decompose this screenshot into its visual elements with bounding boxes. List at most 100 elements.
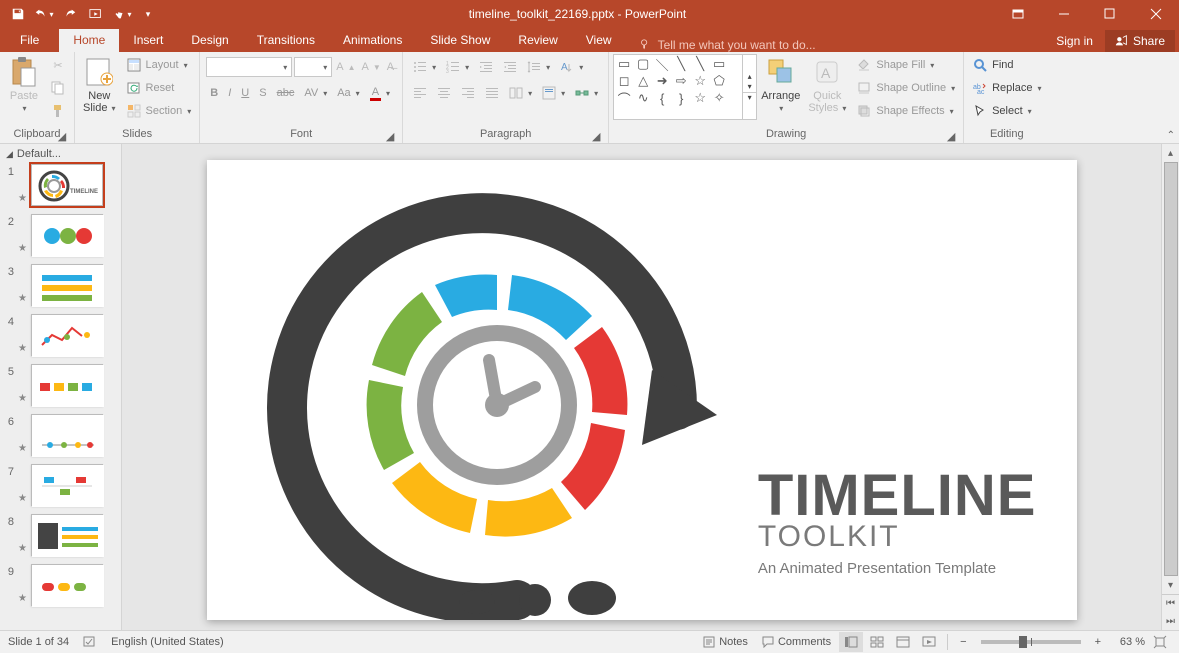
font-name-combo[interactable]: ▾ [206,57,292,77]
reset-button[interactable]: Reset [122,77,196,99]
bullets-button[interactable]: ▾ [409,56,440,78]
smartart-button[interactable]: ▾ [571,82,602,104]
grow-font-button[interactable]: A▲ [334,56,357,78]
align-left-button[interactable] [409,82,431,104]
scroll-down-button[interactable]: ▾ [1162,576,1179,594]
notes-button[interactable]: Notes [697,634,754,650]
normal-view-button[interactable] [839,632,863,652]
paste-button[interactable]: Paste▾ [4,54,44,117]
slide-thumbnail-7[interactable]: 7★ [0,462,121,512]
shape-outline-button[interactable]: Shape Outline ▾ [852,77,959,99]
columns-button[interactable]: ▾ [505,82,536,104]
section-header[interactable]: ◢Default... [0,144,121,162]
redo-button[interactable] [58,2,82,26]
prev-slide-button[interactable]: ⏮ [1162,594,1179,612]
new-slide-button[interactable]: NewSlide ▾ [79,54,120,117]
slide-thumbnail-8[interactable]: 8★ [0,512,121,562]
shapes-scroll-down[interactable]: ▾ [743,82,756,91]
tab-transitions[interactable]: Transitions [243,29,329,52]
text-direction-button[interactable]: A▾ [556,56,587,78]
slide-thumbnail-9[interactable]: 9★ [0,562,121,612]
clipboard-launcher[interactable]: ◢ [56,130,68,142]
touch-mode-button[interactable]: ▾ [110,2,134,26]
start-from-beginning-button[interactable] [84,2,108,26]
comments-button[interactable]: Comments [756,634,837,650]
zoom-in-button[interactable]: + [1089,634,1107,650]
strikethrough-button[interactable]: abc [273,82,299,104]
arrange-button[interactable]: Arrange▾ [757,54,804,117]
language-indicator[interactable]: English (United States) [111,636,224,648]
slide-thumbnail-1[interactable]: 1★TIMELINE [0,162,121,212]
save-button[interactable] [6,2,30,26]
slide-counter[interactable]: Slide 1 of 34 [8,636,69,648]
fit-to-window-button[interactable] [1147,633,1173,651]
maximize-button[interactable] [1087,0,1133,28]
align-right-button[interactable] [457,82,479,104]
next-slide-button[interactable]: ⏭ [1162,612,1179,630]
share-button[interactable]: Share [1105,30,1175,52]
customize-qat-button[interactable]: ▾ [136,2,160,26]
slide-thumbnail-5[interactable]: 5★ [0,362,121,412]
tab-animations[interactable]: Animations [329,29,416,52]
quick-styles-button[interactable]: A QuickStyles ▾ [804,54,850,117]
scroll-thumb[interactable] [1164,162,1178,576]
slide-sorter-view-button[interactable] [865,632,889,652]
zoom-slider[interactable] [981,640,1081,644]
justify-button[interactable] [481,82,503,104]
align-text-button[interactable]: ▾ [538,82,569,104]
slideshow-view-button[interactable] [917,632,941,652]
layout-button[interactable]: Layout ▾ [122,54,196,76]
drawing-launcher[interactable]: ◢ [945,130,957,142]
tab-insert[interactable]: Insert [119,29,177,52]
sign-in-link[interactable]: Sign in [1048,30,1101,52]
shape-fill-button[interactable]: Shape Fill ▾ [852,54,959,76]
collapse-ribbon-button[interactable]: ⌃ [1167,130,1175,141]
decrease-indent-button[interactable] [475,56,497,78]
slide-thumbnail-panel[interactable]: ◢Default... 1★TIMELINE2★3★4★5★6★7★8★9★ [0,144,122,630]
slide-canvas-area[interactable]: TIMELINE TOOLKIT An Animated Presentatio… [122,144,1161,630]
paragraph-launcher[interactable]: ◢ [590,130,602,142]
scroll-up-button[interactable]: ▴ [1162,144,1179,162]
shapes-scroll-up[interactable]: ▴ [743,72,756,81]
reading-view-button[interactable] [891,632,915,652]
zoom-level[interactable]: 63 % [1109,636,1145,648]
ribbon-display-options-button[interactable] [995,0,1041,28]
shape-effects-button[interactable]: Shape Effects ▾ [852,100,959,122]
close-button[interactable] [1133,0,1179,28]
font-color-button[interactable]: A▾ [366,82,394,104]
line-spacing-button[interactable]: ▾ [523,56,554,78]
italic-button[interactable]: I [224,82,235,104]
shapes-gallery[interactable]: ▭▢＼╲╲▭ ◻△➜⇨☆⬠ ⌒∿{}☆✧ [613,54,743,120]
numbering-button[interactable]: 123▾ [442,56,473,78]
find-button[interactable]: Find [968,54,1045,76]
spellcheck-icon[interactable] [83,634,97,651]
tab-home[interactable]: Home [59,29,119,52]
tab-design[interactable]: Design [177,29,242,52]
shrink-font-button[interactable]: A▼ [360,56,383,78]
shadow-button[interactable]: S [255,82,270,104]
slide-thumbnail-2[interactable]: 2★ [0,212,121,262]
section-button[interactable]: Section ▾ [122,100,196,122]
clear-formatting-button[interactable]: A̶ [385,56,396,78]
change-case-button[interactable]: Aa▾ [333,82,363,104]
minimize-button[interactable] [1041,0,1087,28]
slide[interactable]: TIMELINE TOOLKIT An Animated Presentatio… [207,160,1077,620]
vertical-scrollbar[interactable]: ▴ ▾ ⏮ ⏭ [1161,144,1179,630]
copy-button[interactable] [46,77,70,99]
increase-indent-button[interactable] [499,56,521,78]
format-painter-button[interactable] [46,100,70,122]
font-size-combo[interactable]: ▾ [294,57,332,77]
cut-button[interactable]: ✂ [46,54,70,76]
slide-thumbnail-4[interactable]: 4★ [0,312,121,362]
shapes-more[interactable]: ▾ [743,92,756,102]
tell-me-search[interactable]: Tell me what you want to do... [638,38,816,52]
slide-thumbnail-6[interactable]: 6★ [0,412,121,462]
tab-review[interactable]: Review [504,29,571,52]
char-spacing-button[interactable]: AV▾ [300,82,331,104]
align-center-button[interactable] [433,82,455,104]
zoom-out-button[interactable]: − [954,634,972,650]
undo-button[interactable]: ▾ [32,2,56,26]
replace-button[interactable]: abacReplace ▾ [968,77,1045,99]
tab-slideshow[interactable]: Slide Show [416,29,504,52]
underline-button[interactable]: U [237,82,253,104]
